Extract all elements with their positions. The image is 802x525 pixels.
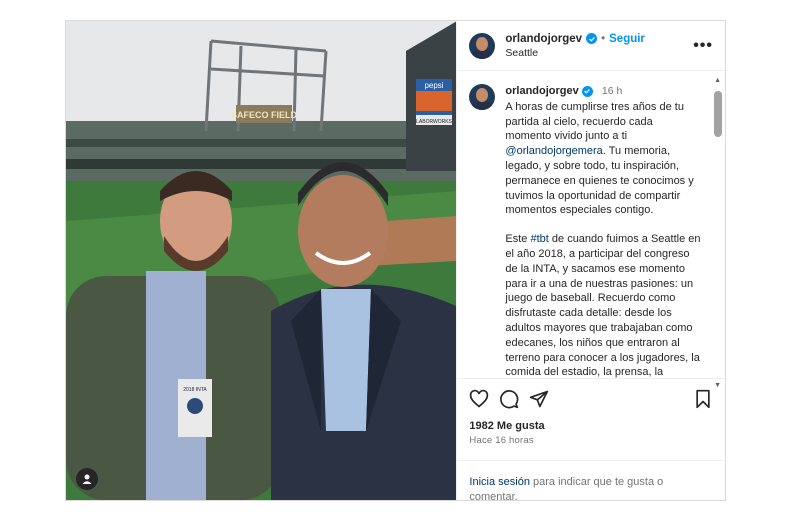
caption-area: orlandojorgev 16 h A horas de cumplirse …	[457, 72, 725, 378]
stadium-sign: SAFECO FIELD	[231, 110, 298, 120]
avatar[interactable]	[469, 84, 496, 110]
post-time[interactable]: 16 h	[602, 85, 622, 97]
more-options-button[interactable]: •••	[693, 37, 713, 55]
bookmark-icon[interactable]	[693, 389, 713, 414]
share-icon[interactable]	[529, 389, 549, 414]
caption-p2-text-end: de cuando fuimos a Seattle en el año 201…	[505, 233, 701, 378]
mention-link[interactable]: @orlandojorgemera	[505, 145, 602, 157]
instagram-post: SAFECO FIELD pepsi LABORWORKS 2018 INTA	[65, 20, 726, 503]
login-link[interactable]: Inicia sesión	[469, 476, 530, 488]
scroll-arrow-up-icon[interactable]: ▲	[714, 77, 721, 84]
like-count[interactable]: 1982 Me gusta	[457, 414, 725, 432]
post-timestamp[interactable]: Hace 16 horas	[457, 432, 725, 446]
post-sidebar: orlandojorgev • Seguir Seattle ••• orlan…	[456, 21, 726, 503]
caption-p2-text: Este	[505, 233, 531, 246]
avatar[interactable]	[469, 32, 496, 59]
login-prompt: Inicia sesión para indicar que te gusta …	[457, 460, 726, 505]
user-tag-icon[interactable]	[76, 468, 98, 490]
follow-button[interactable]: Seguir	[609, 33, 645, 45]
username-link[interactable]: orlandojorgev	[505, 33, 582, 45]
badge-text: 2018 INTA	[183, 387, 207, 393]
separator-dot: •	[601, 32, 606, 45]
verified-icon	[586, 33, 598, 44]
scrollbar-thumb[interactable]	[714, 91, 722, 137]
hashtag-link[interactable]: #tbt	[530, 233, 548, 245]
scoreboard-ad: LABORWORKS	[416, 119, 452, 125]
photo-illustration: SAFECO FIELD pepsi LABORWORKS 2018 INTA	[66, 21, 457, 500]
scoreboard-brand: pepsi	[424, 81, 443, 90]
caption-text: orlandojorgev 16 h A horas de cumplirse …	[505, 84, 701, 378]
post-header: orlandojorgev • Seguir Seattle •••	[457, 21, 725, 71]
verified-icon	[581, 85, 593, 97]
actions-panel: 1982 Me gusta Hace 16 horas Inicia sesió…	[457, 378, 726, 503]
caption-p1-text: A horas de cumplirse tres años de tu par…	[505, 100, 684, 143]
location-link[interactable]: Seattle	[505, 47, 693, 59]
heart-icon[interactable]	[469, 389, 489, 414]
post-photo[interactable]: SAFECO FIELD pepsi LABORWORKS 2018 INTA	[66, 21, 457, 500]
caption-username-link[interactable]: orlandojorgev	[505, 85, 578, 97]
comment-icon[interactable]	[499, 389, 519, 414]
